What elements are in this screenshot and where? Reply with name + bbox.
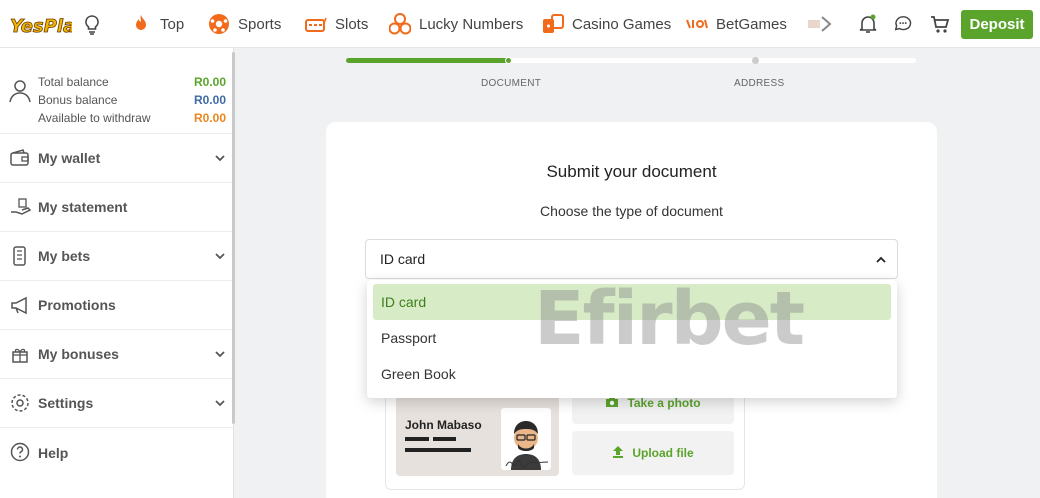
sidebar-item-promotions[interactable]: Promotions [0, 281, 233, 330]
sidebar-scrollbar[interactable] [232, 52, 235, 424]
nav-item-betgames[interactable]: BetGames [686, 0, 787, 48]
lottery-balls-icon [389, 13, 411, 35]
chevron-down-icon[interactable] [214, 347, 226, 359]
withdraw-balance-label: Available to withdraw [38, 111, 151, 125]
chevron-down-icon[interactable] [214, 396, 226, 408]
sample-id-name: John Mabaso [405, 418, 482, 432]
signature-icon [505, 459, 549, 468]
page-subtitle: Choose the type of document [540, 203, 723, 219]
dice-icon [542, 13, 564, 35]
notifications-bell-icon[interactable] [858, 14, 878, 34]
nav-item-label: BetGames [716, 15, 787, 33]
lightbulb-icon[interactable] [82, 14, 102, 41]
page-title: Submit your document [546, 162, 717, 181]
bonus-balance-value: R0.00 [193, 93, 226, 107]
bonus-balance-row: Bonus balance R0.00 [38, 93, 226, 107]
step-dot-address [752, 57, 759, 64]
take-photo-label: Take a photo [627, 396, 701, 410]
sidebar-item-label: My bonuses [38, 346, 119, 362]
user-icon [9, 79, 31, 108]
statement-icon [10, 197, 32, 217]
sidebar-item-my-bets[interactable]: My bets [0, 232, 233, 281]
nav-item-label: Top [160, 15, 185, 33]
sidebar-item-label: Help [38, 444, 69, 461]
nav-item-sports[interactable]: Sports [208, 0, 281, 48]
scroll-right-icon[interactable] [808, 14, 834, 34]
chevron-down-icon[interactable] [214, 249, 226, 261]
nav-item-label: Slots [335, 15, 369, 33]
account-sidebar: Total balance R0.00 Bonus balance R0.00 … [0, 48, 234, 498]
total-balance-row: Total balance R0.00 [38, 75, 226, 89]
id-line [405, 437, 429, 441]
megaphone-icon [10, 295, 30, 315]
deposit-button[interactable]: Deposit [961, 10, 1033, 39]
sidebar-item-settings[interactable]: Settings [0, 379, 233, 428]
brand-logo[interactable]: YesPlay [8, 8, 88, 40]
betgames-icon [686, 13, 708, 35]
nav-item-label: Casino Games [572, 15, 672, 33]
sample-id-card: John Mabaso [396, 396, 559, 476]
nav-item-slots[interactable]: Slots [305, 0, 368, 48]
total-balance-value: R0.00 [193, 75, 226, 89]
withdraw-balance-row: Available to withdraw R0.00 [38, 111, 226, 125]
dropdown-option-id-card[interactable]: ID card [373, 284, 891, 320]
step-label-address: ADDRESS [734, 78, 785, 89]
id-line [433, 437, 456, 441]
wallet-icon [10, 148, 30, 168]
total-balance-label: Total balance [38, 75, 109, 89]
cart-icon[interactable] [930, 14, 950, 34]
chevron-down-icon[interactable] [214, 151, 226, 163]
sidebar-item-label: My statement [38, 199, 128, 215]
sidebar-item-my-bonuses[interactable]: My bonuses [0, 330, 233, 379]
id-line [405, 448, 471, 452]
gift-icon [10, 344, 30, 364]
sidebar-item-label: My wallet [38, 150, 101, 166]
upload-icon [612, 445, 624, 461]
document-type-dropdown: ID card Passport Green Book [367, 280, 897, 398]
nav-item-lucky-numbers[interactable]: Lucky Numbers [389, 0, 523, 48]
bets-icon [10, 246, 30, 266]
progress-fill [346, 58, 510, 63]
sidebar-item-my-statement[interactable]: My statement [0, 183, 233, 232]
sidebar-item-my-wallet[interactable]: My wallet [0, 134, 233, 183]
withdraw-balance-value: R0.00 [193, 111, 226, 125]
slot-machine-icon [305, 13, 327, 35]
nav-item-casino-games[interactable]: Casino Games [542, 0, 671, 48]
help-icon [10, 442, 30, 462]
soccer-ball-icon [208, 13, 230, 35]
document-type-value: ID card [380, 251, 426, 267]
sidebar-item-label: My bets [38, 248, 91, 264]
nav-item-label: Lucky Numbers [419, 15, 524, 33]
step-label-document: DOCUMENT [481, 78, 542, 89]
document-type-select[interactable]: ID card [365, 239, 898, 279]
step-dot-document [505, 57, 512, 64]
balance-summary: Total balance R0.00 Bonus balance R0.00 … [0, 48, 233, 134]
top-navigation: YesPlay Top Sports Slots Lucky Numbers C… [0, 0, 1040, 48]
svg-text:YesPlay: YesPlay [10, 16, 72, 37]
dropdown-option-green-book[interactable]: Green Book [373, 356, 891, 392]
nav-item-top[interactable]: Top [130, 0, 184, 48]
bonus-balance-label: Bonus balance [38, 93, 118, 107]
chevron-up-icon [875, 253, 887, 269]
gear-icon [10, 393, 30, 413]
nav-item-label: Sports [238, 15, 282, 33]
dropdown-option-passport[interactable]: Passport [373, 320, 891, 356]
upload-file-label: Upload file [632, 446, 694, 460]
upload-file-button[interactable]: Upload file [572, 431, 734, 475]
flame-icon [130, 13, 152, 35]
chat-icon[interactable] [893, 14, 913, 34]
sidebar-item-help[interactable]: Help [0, 428, 233, 477]
sidebar-item-label: Settings [38, 395, 94, 411]
sidebar-item-label: Promotions [38, 297, 116, 313]
